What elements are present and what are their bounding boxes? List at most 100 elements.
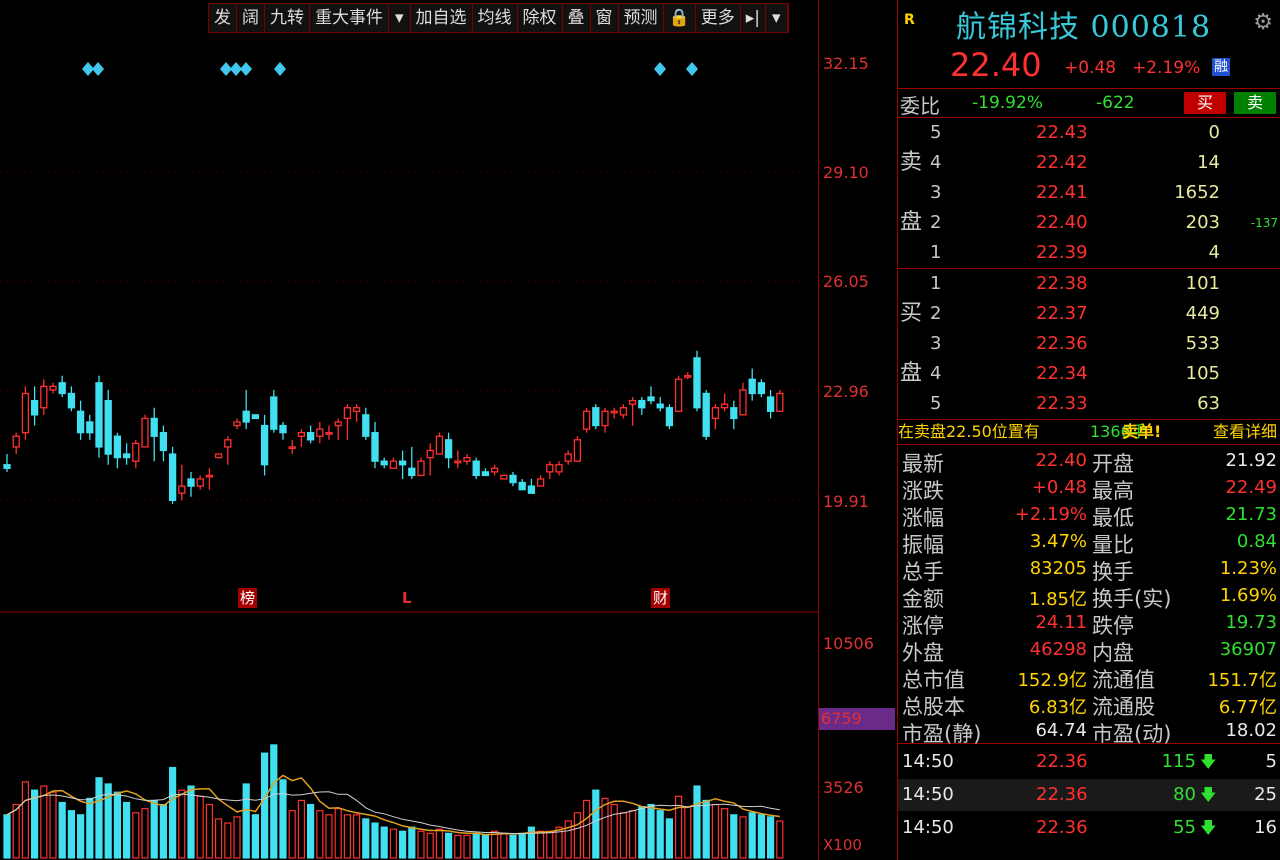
toolbar-lock-icon[interactable]: 🔒: [664, 4, 696, 32]
candle-body: [444, 439, 453, 459]
sell-row[interactable]: 2 22.40 203 -137: [928, 208, 1278, 238]
toolbar-jiuzhuan-button[interactable]: 九转: [265, 4, 310, 32]
buy-row[interactable]: 1 22.38 101: [928, 269, 1278, 299]
volume-bar: [334, 808, 342, 859]
volume-bar: [141, 808, 149, 859]
sell-price: 22.43: [1036, 122, 1088, 143]
stats-row: 金额 1.85亿 换手(实) 1.69%: [898, 582, 1280, 611]
tick-price: 22.36: [1036, 817, 1088, 838]
volume-bar: [776, 820, 784, 859]
order-notice: 在卖盘22.50位置有 1366手 卖单! 查看详细: [898, 420, 1280, 445]
toolbar-ma-button[interactable]: 均线: [473, 4, 518, 32]
toolbar-exright-button[interactable]: 除权: [518, 4, 563, 32]
candle-body: [371, 432, 379, 462]
volume-bar: [76, 814, 85, 859]
toolbar-add-watchlist-button[interactable]: 加自选: [411, 4, 473, 32]
buy-level: 2: [930, 303, 942, 324]
sell-row[interactable]: 3 22.41 1652: [928, 178, 1278, 208]
candle-body: [159, 432, 168, 452]
tick-time: 14:50: [902, 784, 954, 805]
buy-level: 3: [930, 333, 942, 354]
volume-bar: [159, 803, 167, 859]
candle-body: [316, 428, 324, 437]
buy-row[interactable]: 4 22.34 105: [928, 359, 1278, 389]
volume-bar: [481, 834, 489, 859]
buy-price: 22.36: [1036, 333, 1088, 354]
notice-text: 在卖盘22.50位置有: [898, 422, 1040, 441]
volume-bar: [435, 828, 443, 859]
candle-body: [76, 410, 85, 434]
stat-value: 19.73: [1225, 612, 1277, 633]
buy-button[interactable]: 买: [1184, 92, 1226, 114]
buy-row[interactable]: 3 22.36 533: [928, 329, 1278, 359]
candle-body: [426, 449, 434, 459]
weibi-label: 委比: [900, 94, 940, 118]
stat-value: +2.19%: [1014, 504, 1087, 525]
volume-bar: [86, 797, 94, 859]
candle-body: [352, 407, 361, 412]
weicha-value: -622: [1096, 93, 1135, 113]
candle-body: [693, 357, 701, 409]
stat-value: 1.69%: [1219, 585, 1277, 606]
candle-body: [398, 460, 407, 466]
volume-ma10-line: [6, 791, 780, 834]
toolbar-overlay-button[interactable]: 叠: [563, 4, 591, 32]
stat-value: 3.47%: [1029, 531, 1087, 552]
stat-value: 46298: [1029, 639, 1087, 660]
sell-button[interactable]: 卖: [1234, 92, 1276, 114]
candle-body: [619, 407, 628, 416]
notice-detail-link[interactable]: 查看详细: [1213, 420, 1277, 444]
marker-bang[interactable]: 榜: [238, 588, 258, 608]
stat-value: 1.23%: [1219, 558, 1277, 579]
price-change-pct: +2.19%: [1132, 58, 1201, 78]
toolbar-window-button[interactable]: 窗: [591, 4, 619, 32]
marker-cai[interactable]: 财: [651, 588, 671, 608]
sell-row[interactable]: 1 22.39 4: [928, 238, 1278, 268]
tick-volume: 115: [1161, 751, 1196, 772]
volume-bar: [399, 830, 407, 859]
toolbar-play-end-icon[interactable]: ▸|: [741, 4, 766, 32]
buy-qty: 533: [1185, 333, 1220, 354]
buy-row[interactable]: 5 22.33 63: [928, 389, 1278, 419]
stat-value: 83205: [1029, 558, 1087, 579]
kline-chart[interactable]: [0, 0, 818, 860]
toolbar-events-dropdown-icon[interactable]: ▾: [389, 4, 411, 32]
stats-row: 总手 83205 换手 1.23%: [898, 555, 1280, 584]
toolbar-forecast-button[interactable]: 预测: [619, 4, 664, 32]
buy-row[interactable]: 2 22.37 449: [928, 299, 1278, 329]
candle-body: [536, 478, 545, 487]
kline-chart-area[interactable]: 发 阔 九转 重大事件 ▾ 加自选 均线 除权 叠 窗 预测 🔒 更多 ▸| ▾…: [0, 0, 818, 860]
candle-body: [67, 392, 76, 409]
candle-body: [279, 424, 287, 434]
toolbar-more-dropdown-icon[interactable]: ▾: [766, 4, 788, 32]
candle-body: [730, 407, 738, 420]
volume-bar: [132, 812, 140, 859]
volume-bar: [766, 816, 775, 859]
volume-bar: [693, 785, 701, 859]
candle-body: [242, 410, 250, 423]
volume-bar: [389, 828, 397, 859]
candle-body: [288, 446, 296, 450]
toolbar-kuo-button[interactable]: 阔: [237, 4, 265, 32]
volume-bar: [205, 803, 213, 859]
stats-row: 外盘 46298 内盘 36907: [898, 636, 1280, 665]
volume-bar: [757, 814, 766, 859]
candle-body: [748, 378, 756, 395]
volume-bar: [12, 803, 20, 859]
stats-row: 最新 22.40 开盘 21.92: [898, 447, 1280, 476]
volume-bar: [748, 812, 756, 859]
toolbar-major-events-button[interactable]: 重大事件: [310, 4, 389, 32]
price-change: +0.48: [1064, 58, 1117, 78]
volume-bar: [297, 799, 305, 859]
sell-row[interactable]: 4 22.42 14: [928, 148, 1278, 178]
volume-bar: [187, 785, 195, 859]
marker-l[interactable]: L: [400, 588, 414, 608]
toolbar-fa-button[interactable]: 发: [209, 4, 237, 32]
sell-row[interactable]: 5 22.43 0: [928, 118, 1278, 148]
volume-tick-label: 10506: [823, 634, 874, 653]
gear-icon[interactable]: ⚙: [1253, 10, 1273, 35]
sell-qty: 1652: [1174, 182, 1220, 203]
toolbar-more-button[interactable]: 更多: [696, 4, 741, 32]
candle-body: [500, 474, 508, 480]
sell-qty: 14: [1197, 152, 1220, 173]
